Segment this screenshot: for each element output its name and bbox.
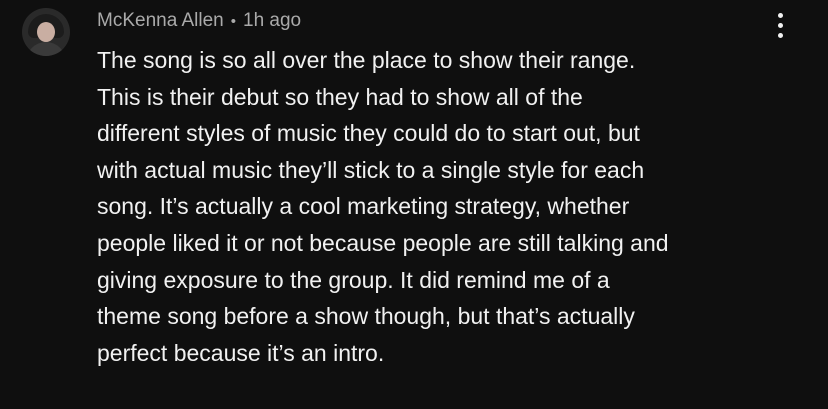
comment-line: theme song before a show though, but tha… <box>97 303 635 330</box>
comment-header: McKenna Allen • 1h ago <box>97 8 301 34</box>
comment-text: The song is so all over the place to sho… <box>97 42 802 371</box>
comment-line: The song is so all over the place to sho… <box>97 47 636 73</box>
comment-line: perfect because it’s an intro. <box>97 339 385 366</box>
comment-line: song. It’s actually a cool marketing str… <box>97 193 630 220</box>
avatar-shoulders <box>26 42 66 56</box>
avatar-face <box>37 22 55 42</box>
comment-line: giving exposure to the group. It did rem… <box>97 266 610 293</box>
comment-timestamp[interactable]: 1h ago <box>243 10 301 32</box>
menu-dot <box>777 32 783 38</box>
comment-card: McKenna Allen • 1h ago The song is so al… <box>0 0 828 409</box>
avatar[interactable] <box>22 8 70 56</box>
meta-separator: • <box>230 12 237 30</box>
comment-line: different styles of music they could do … <box>97 120 640 147</box>
comment-line: people liked it or not because people ar… <box>97 229 669 256</box>
comment-line: This is their debut so they had to show … <box>97 83 583 110</box>
more-vertical-icon[interactable] <box>768 8 792 42</box>
menu-dot <box>777 12 783 18</box>
menu-dot <box>777 22 783 28</box>
comment-line: with actual music they’ll stick to a sin… <box>97 156 645 183</box>
author-name[interactable]: McKenna Allen <box>97 10 224 32</box>
